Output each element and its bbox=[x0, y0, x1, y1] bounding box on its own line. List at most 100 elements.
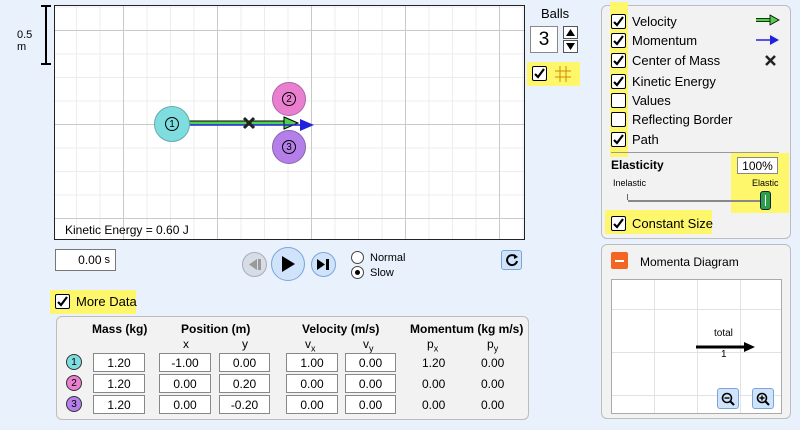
constant-size-label: Constant Size bbox=[632, 215, 713, 231]
row-2-py: 0.00 bbox=[481, 377, 505, 391]
speed-slow-radio[interactable]: Slow bbox=[351, 266, 394, 279]
momenta-total-label: total bbox=[714, 328, 733, 339]
more-data-toggle[interactable]: More Data bbox=[55, 294, 137, 309]
center-of-mass-label: Center of Mass bbox=[632, 52, 721, 68]
subheader-x: x bbox=[183, 337, 189, 351]
zoom-out-button[interactable] bbox=[717, 388, 739, 409]
momentum-checkbox[interactable] bbox=[611, 32, 626, 48]
row-3-x-field[interactable]: 0.00 bbox=[159, 395, 211, 414]
center-of-mass-icon bbox=[242, 116, 256, 130]
velocity-checkbox[interactable] bbox=[611, 13, 626, 29]
time-unit: s bbox=[104, 254, 111, 266]
row-1-vx-field[interactable]: 1.00 bbox=[286, 353, 338, 372]
step-forward-icon bbox=[317, 259, 329, 270]
play-button[interactable] bbox=[271, 247, 305, 281]
step-back-button[interactable] bbox=[242, 252, 267, 277]
subheader-px: px bbox=[427, 337, 439, 354]
elasticity-slider-tick bbox=[627, 194, 628, 200]
zoom-out-icon bbox=[721, 392, 735, 406]
row-1-vy-field[interactable]: 0.00 bbox=[345, 353, 396, 372]
row-1-py: 0.00 bbox=[481, 356, 505, 370]
reset-button[interactable] bbox=[501, 250, 522, 270]
header-momentum: Momentum (kg m/s) bbox=[410, 322, 524, 336]
option-momentum[interactable]: Momentum bbox=[611, 31, 697, 49]
option-velocity[interactable]: Velocity bbox=[611, 12, 677, 30]
vectors-layer bbox=[173, 116, 314, 131]
speed-normal-radio[interactable]: Normal bbox=[351, 251, 405, 264]
ball-3[interactable]: 3 bbox=[272, 130, 306, 164]
reset-icon bbox=[505, 254, 518, 267]
zoom-in-icon bbox=[756, 392, 770, 406]
row-1-x-field[interactable]: -1.00 bbox=[159, 353, 211, 372]
speed-slow-label: Slow bbox=[370, 266, 394, 279]
header-position: Position (m) bbox=[181, 322, 251, 336]
velocity-label: Velocity bbox=[632, 13, 677, 29]
row-2-x-field[interactable]: 0.00 bbox=[159, 374, 211, 393]
path-checkbox[interactable] bbox=[611, 131, 626, 147]
momenta-diagram-plot: total 1 bbox=[611, 279, 782, 414]
more-data-checkbox[interactable] bbox=[55, 294, 70, 309]
row-3-y-field[interactable]: -0.20 bbox=[219, 395, 270, 414]
more-data-label: More Data bbox=[76, 294, 137, 309]
row-3-mass-field[interactable]: 1.20 bbox=[93, 395, 145, 414]
row-2-mass-field[interactable]: 1.20 bbox=[93, 374, 145, 393]
grid-checkbox[interactable] bbox=[532, 66, 547, 81]
balls-count-value: 3 bbox=[538, 28, 550, 50]
momentum-arrow-icon bbox=[756, 35, 779, 45]
step-back-icon bbox=[249, 259, 261, 270]
option-path[interactable]: Path bbox=[611, 130, 659, 148]
row-2-vy-field[interactable]: 0.00 bbox=[345, 374, 396, 393]
elasticity-slider-track[interactable] bbox=[628, 200, 766, 202]
option-kinetic-energy[interactable]: Kinetic Energy bbox=[611, 72, 716, 90]
grid-icon bbox=[555, 66, 571, 82]
center-of-mass-checkbox[interactable] bbox=[611, 52, 626, 68]
play-area[interactable]: 1 2 3 Kinetic Energy = 0.60 J bbox=[54, 5, 525, 240]
header-velocity: Velocity (m/s) bbox=[302, 322, 380, 336]
row-3-px: 0.00 bbox=[422, 398, 446, 412]
row-3-ball-badge: 3 bbox=[66, 396, 82, 412]
balls-decrement-button[interactable] bbox=[563, 40, 578, 53]
option-values[interactable]: Values bbox=[611, 91, 671, 109]
option-reflecting-border[interactable]: Reflecting Border bbox=[611, 110, 732, 128]
ball-1-number: 1 bbox=[165, 117, 179, 131]
subheader-vy: vy bbox=[363, 337, 374, 354]
balls-increment-button[interactable] bbox=[563, 26, 578, 39]
subheader-y: y bbox=[242, 337, 248, 351]
option-constant-size[interactable]: Constant Size bbox=[611, 214, 713, 232]
row-3-vx-field[interactable]: 0.00 bbox=[286, 395, 338, 414]
step-forward-button[interactable] bbox=[311, 252, 336, 277]
ruler-label: 0.5 m bbox=[17, 29, 33, 53]
row-1-y-field[interactable]: 0.00 bbox=[219, 353, 270, 372]
row-1-mass-field[interactable]: 1.20 bbox=[93, 353, 145, 372]
ball-1[interactable]: 1 bbox=[154, 106, 190, 142]
kinetic-energy-checkbox[interactable] bbox=[611, 73, 626, 89]
option-center-of-mass[interactable]: Center of Mass bbox=[611, 51, 720, 69]
kinetic-energy-label: Kinetic Energy bbox=[632, 73, 716, 89]
elasticity-slider-handle[interactable] bbox=[760, 191, 771, 210]
momenta-diagram-title: Momenta Diagram bbox=[640, 255, 739, 269]
constant-size-checkbox[interactable] bbox=[611, 215, 626, 231]
values-checkbox[interactable] bbox=[611, 92, 626, 108]
zoom-in-button[interactable] bbox=[752, 388, 774, 409]
row-3-vy-field[interactable]: 0.00 bbox=[345, 395, 396, 414]
row-2-y-field[interactable]: 0.20 bbox=[219, 374, 270, 393]
speed-normal-label: Normal bbox=[370, 251, 406, 264]
reflecting-border-label: Reflecting Border bbox=[632, 111, 733, 127]
header-mass: Mass (kg) bbox=[92, 322, 148, 336]
balls-title: Balls bbox=[541, 6, 570, 21]
ball-3-number: 3 bbox=[282, 140, 296, 154]
velocity-arrow-icon bbox=[756, 14, 780, 26]
row-3-py: 0.00 bbox=[481, 398, 505, 412]
momenta-diagram-collapse-button[interactable] bbox=[611, 252, 628, 269]
balls-count-display: 3 bbox=[530, 26, 558, 53]
ball-2[interactable]: 2 bbox=[272, 82, 306, 116]
elasticity-inelastic-label: Inelastic bbox=[613, 178, 647, 188]
center-of-mass-legend-icon bbox=[765, 55, 776, 66]
row-2-vx-field[interactable]: 0.00 bbox=[286, 374, 338, 393]
ball-2-number: 2 bbox=[282, 92, 296, 106]
reflecting-border-checkbox[interactable] bbox=[611, 111, 626, 127]
subheader-vx: vx bbox=[305, 337, 316, 354]
values-label: Values bbox=[632, 92, 671, 108]
kinetic-energy-readout: Kinetic Energy = 0.60 J bbox=[65, 223, 189, 237]
play-icon bbox=[282, 256, 295, 272]
